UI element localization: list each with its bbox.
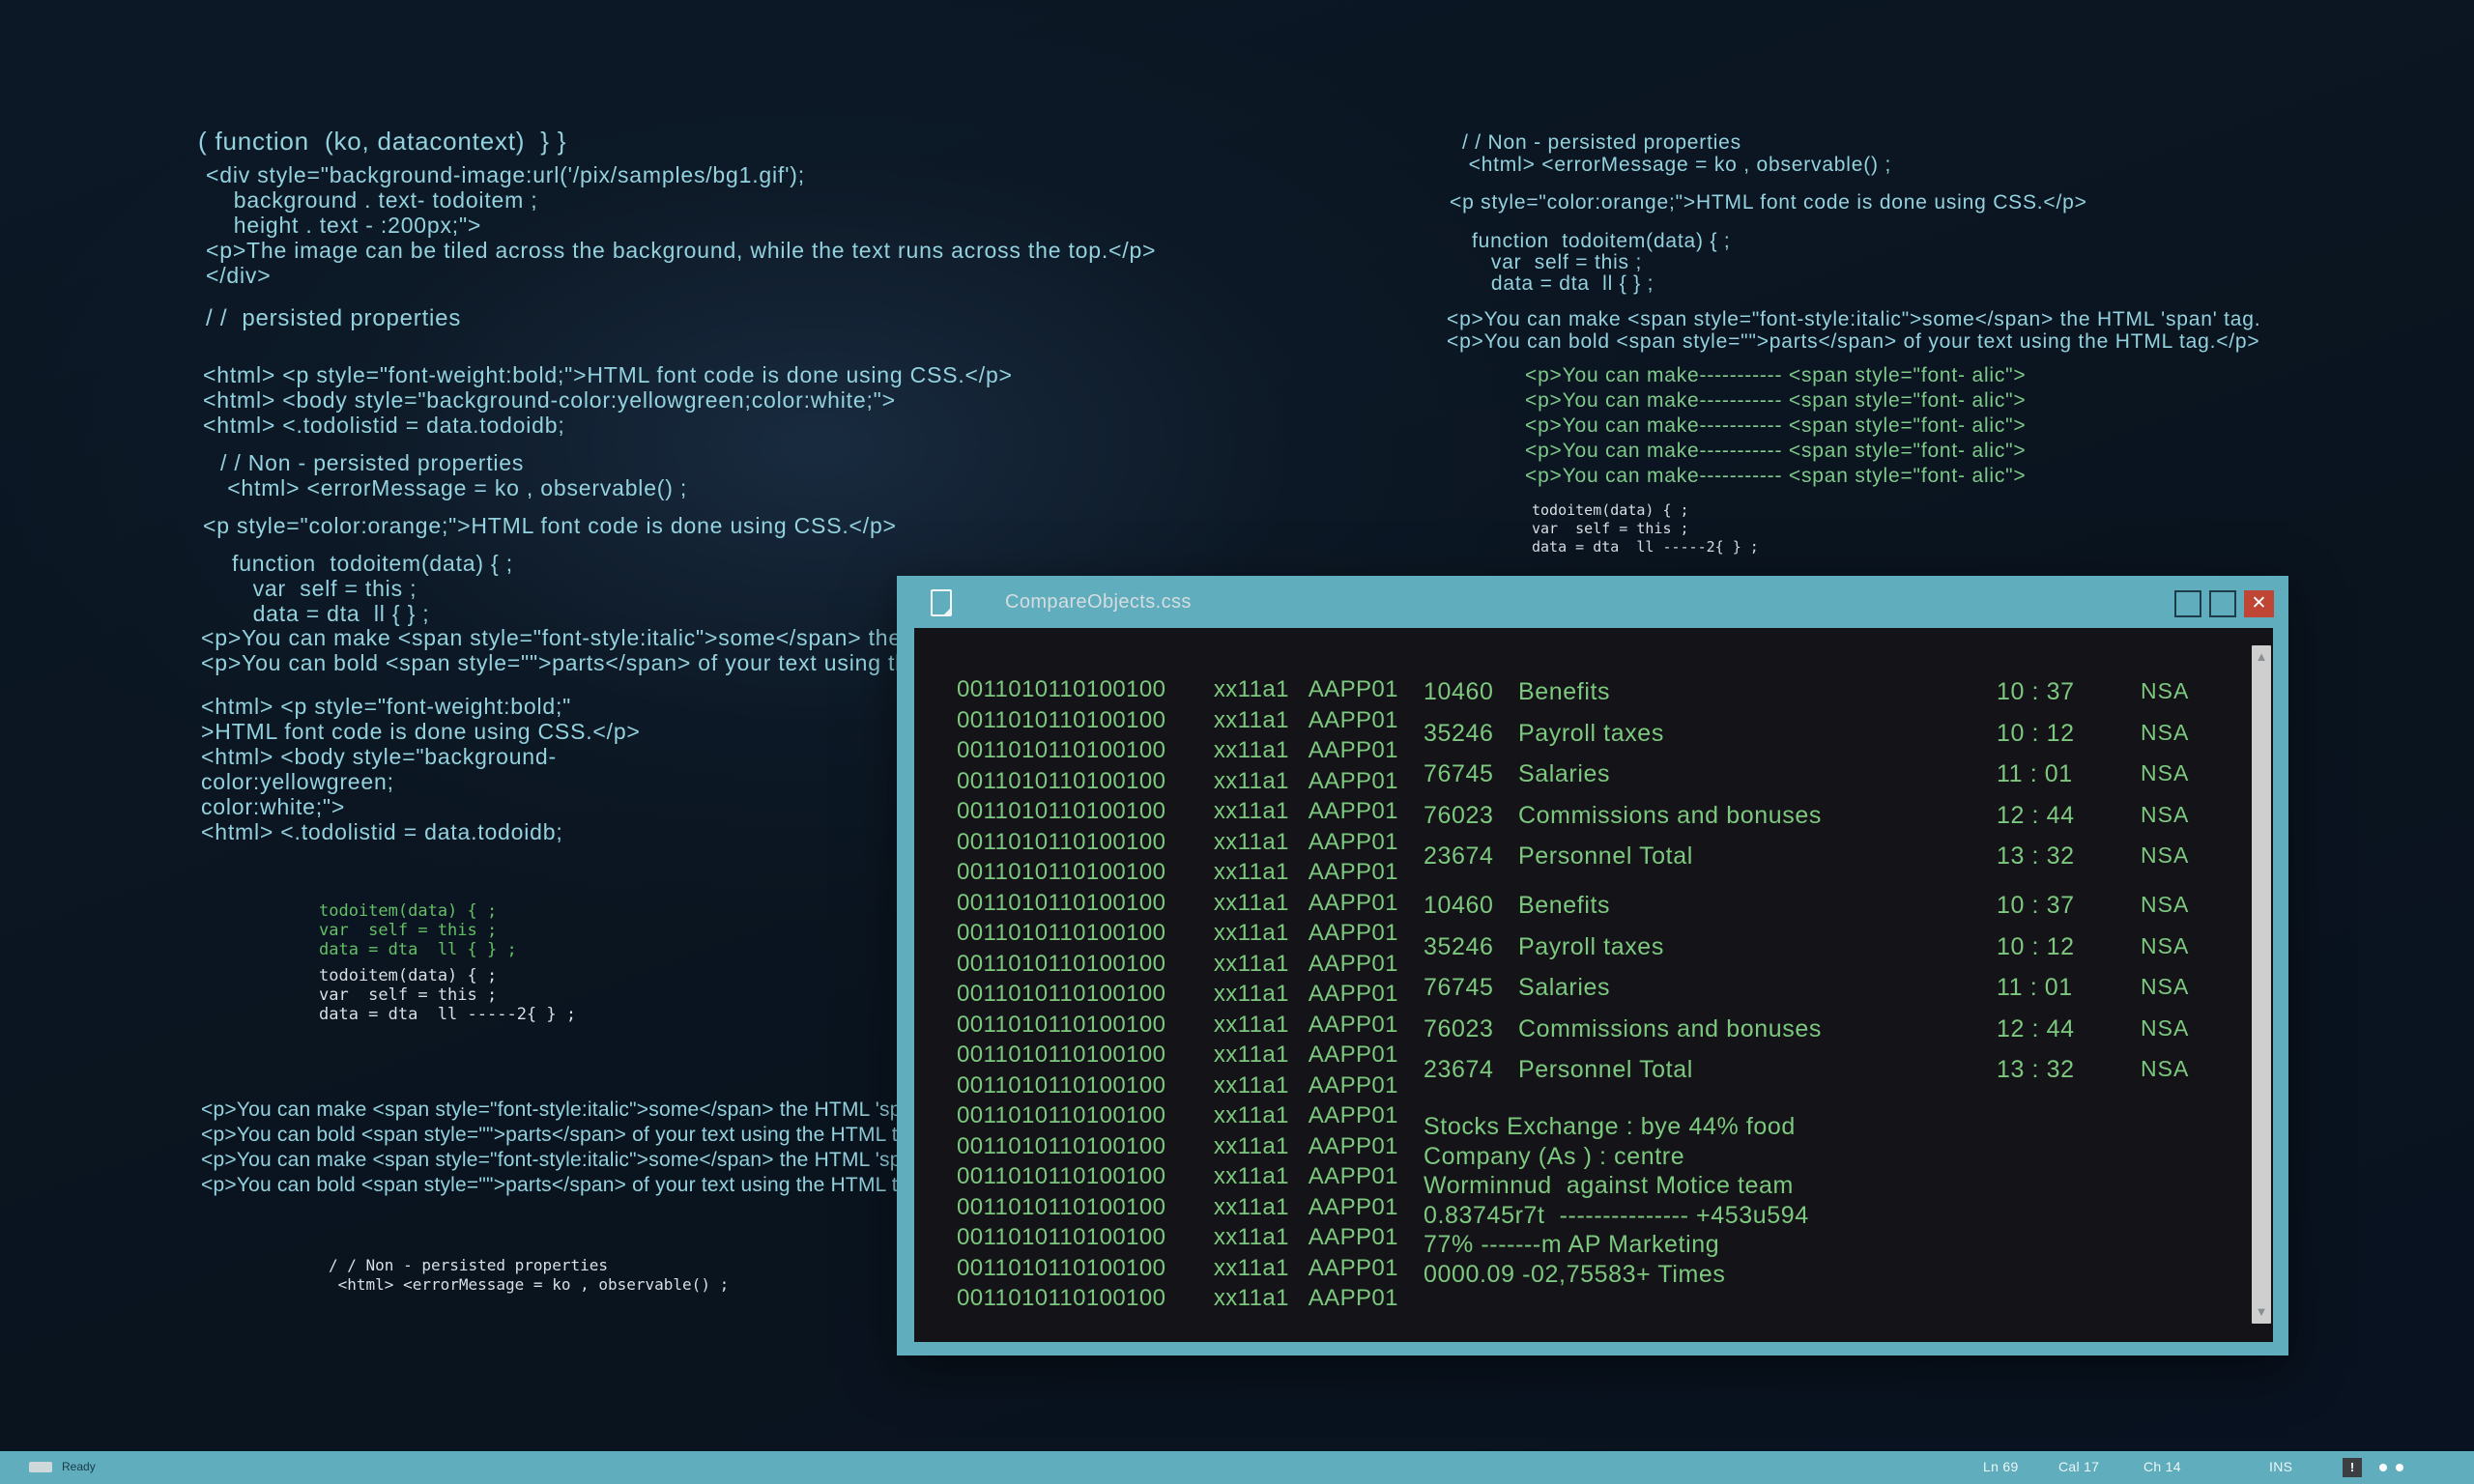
ledger-time: 11 : 01 <box>1997 760 2073 788</box>
scrollbar[interactable]: ▲ ▼ <box>2252 645 2271 1324</box>
ready-indicator-icon <box>29 1462 52 1472</box>
ledger-label: Payroll taxes <box>1518 933 1664 961</box>
ledger-amount: 76023 <box>1424 802 1494 830</box>
ledger-block-2: 10460 Benefits 10 : 37 NSA 35246 Payroll taxe… <box>1424 892 2226 1098</box>
ledger-label: Commissions and bonuses <box>1518 1015 1822 1043</box>
ledger-row: 76745 Salaries 11 : 01 NSA <box>1424 974 2226 1015</box>
ledger-amount: 10460 <box>1424 892 1494 920</box>
window-title: CompareObjects.css <box>1005 591 1192 614</box>
ledger-row: 35246 Payroll taxes 10 : 12 NSA <box>1424 720 2226 761</box>
ledger-label: Salaries <box>1518 974 1610 1002</box>
status-character-number: Ch 14 <box>2143 1459 2181 1474</box>
code-snippet-span-repeat: <p>You can make <span style="font-style:… <box>201 1098 938 1198</box>
maximize-button[interactable] <box>2209 590 2236 617</box>
ledger-tag: NSA <box>2141 1015 2189 1042</box>
close-button[interactable]: ✕ <box>2244 590 2274 617</box>
ledger-label: Commissions and bonuses <box>1518 802 1822 830</box>
ledger-tag: NSA <box>2141 802 2189 828</box>
document-icon <box>931 589 952 616</box>
ledger-block-1: 10460 Benefits 10 : 37 NSA 35246 Payroll taxe… <box>1424 678 2226 884</box>
ledger-time: 11 : 01 <box>1997 974 2073 1002</box>
ledger-row: 76023 Commissions and bonuses 12 : 44 NSA <box>1424 1015 2226 1057</box>
ledger-label: Benefits <box>1518 678 1610 706</box>
code-comment-persisted: / / persisted properties <box>206 306 461 331</box>
desktop-background: ( function (ko, datacontext) } } <div st… <box>0 0 2474 1484</box>
code-right-non-persisted: / / Non - persisted properties <html> <e… <box>1462 131 1891 176</box>
status-dot-icon <box>2379 1464 2387 1471</box>
ledger-time: 13 : 32 <box>1997 842 2075 870</box>
code-mono-non-persisted: / / Non - persisted properties <html> <e… <box>329 1256 729 1295</box>
scroll-up-icon[interactable]: ▲ <box>2252 647 2271 667</box>
ledger-row: 23674 Personnel Total 13 : 32 NSA <box>1424 1056 2226 1098</box>
ledger-row: 10460 Benefits 10 : 37 NSA <box>1424 678 2226 720</box>
ledger-time: 10 : 37 <box>1997 678 2075 706</box>
ledger-tag: NSA <box>2141 720 2189 746</box>
ledger-amount: 76745 <box>1424 974 1494 1002</box>
code-right-green-repeat: <p>You can make----------- <span style="… <box>1525 363 2027 489</box>
ready-label: Ready <box>62 1460 96 1473</box>
scroll-down-icon[interactable]: ▼ <box>2252 1302 2271 1322</box>
status-bar: Ready Ln 69 Cal 17 Ch 14 INS ! <box>0 1451 2474 1484</box>
ledger-time: 10 : 12 <box>1997 933 2075 961</box>
ledger-tag: NSA <box>2141 892 2189 918</box>
code-snippet-html-bold: <html> <p style="font-weight:bold;">HTML… <box>203 362 1013 438</box>
ledger-tag: NSA <box>2141 760 2189 786</box>
ledger-time: 12 : 44 <box>1997 802 2075 830</box>
ledger-row: 76745 Salaries 11 : 01 NSA <box>1424 760 2226 802</box>
status-column-number: Cal 17 <box>2058 1459 2099 1474</box>
ledger-amount: 76745 <box>1424 760 1494 788</box>
status-line-number: Ln 69 <box>1983 1459 2019 1474</box>
code-snippet-wrapped-html: <html> <p style="font-weight:bold;" >HTM… <box>201 694 641 844</box>
code-right-mono-block: todoitem(data) { ; var self = this ; dat… <box>1532 501 1759 556</box>
ticker-text: Stocks Exchange : bye 44% food Company (… <box>1424 1112 1809 1289</box>
ledger-label: Payroll taxes <box>1518 720 1664 748</box>
ledger-tag: NSA <box>2141 1056 2189 1082</box>
code-right-span-lines: <p>You can make <span style="font-style:… <box>1447 308 2260 353</box>
ledger-amount: 76023 <box>1424 1015 1494 1043</box>
ledger-time: 10 : 37 <box>1997 892 2075 920</box>
ledger-tag: NSA <box>2141 678 2189 704</box>
ledger-amount: 35246 <box>1424 720 1494 748</box>
code-snippet-color-orange: <p style="color:orange;">HTML font code … <box>203 513 897 538</box>
ledger-amount: 23674 <box>1424 1056 1494 1084</box>
ledger-label: Salaries <box>1518 760 1610 788</box>
ledger-label: Personnel Total <box>1518 842 1693 870</box>
ledger-amount: 35246 <box>1424 933 1494 961</box>
window-titlebar[interactable]: CompareObjects.css ✕ <box>897 576 2288 628</box>
compare-objects-window: CompareObjects.css ✕ 0011010110100100 xx… <box>897 576 2288 1356</box>
ledger-tag: NSA <box>2141 933 2189 959</box>
code-mono-white-block: todoitem(data) { ; var self = this ; dat… <box>319 966 576 1024</box>
window-content: 0011010110100100 xx11a1 AAPP01 001101011… <box>914 628 2273 1342</box>
binary-column: 0011010110100100 xx11a1 AAPP01 001101011… <box>957 674 1398 1314</box>
ledger-label: Benefits <box>1518 892 1610 920</box>
ledger-row: 35246 Payroll taxes 10 : 12 NSA <box>1424 933 2226 975</box>
ledger-tag: NSA <box>2141 974 2189 1000</box>
ledger-label: Personnel Total <box>1518 1056 1693 1084</box>
ledger-row: 76023 Commissions and bonuses 12 : 44 NSA <box>1424 802 2226 843</box>
code-comment-non-persisted: / / Non - persisted properties <html> <e… <box>220 450 687 500</box>
code-mono-green-block: todoitem(data) { ; var self = this ; dat… <box>319 901 517 959</box>
alert-icon[interactable]: ! <box>2343 1458 2362 1477</box>
code-snippet-function-header: ( function (ko, datacontext) } } <box>198 127 566 156</box>
ledger-time: 13 : 32 <box>1997 1056 2075 1084</box>
status-insert-mode: INS <box>2269 1459 2292 1474</box>
ledger-tag: NSA <box>2141 842 2189 869</box>
ledger-row: 23674 Personnel Total 13 : 32 NSA <box>1424 842 2226 884</box>
ledger-time: 12 : 44 <box>1997 1015 2075 1043</box>
status-dot-icon <box>2396 1464 2403 1471</box>
ledger-time: 10 : 12 <box>1997 720 2075 748</box>
code-snippet-todoitem-fn: function todoitem(data) { ; var self = t… <box>232 551 513 626</box>
ledger-amount: 10460 <box>1424 678 1494 706</box>
code-right-todoitem-fn: function todoitem(data) { ; var self = t… <box>1472 231 1731 295</box>
code-right-color-orange: <p style="color:orange;">HTML font code … <box>1450 191 2087 214</box>
ledger-amount: 23674 <box>1424 842 1494 870</box>
ledger-row: 10460 Benefits 10 : 37 NSA <box>1424 892 2226 933</box>
code-snippet-div-background: <div style="background-image:url('/pix/s… <box>206 162 1156 288</box>
minimize-button[interactable] <box>2174 590 2201 617</box>
